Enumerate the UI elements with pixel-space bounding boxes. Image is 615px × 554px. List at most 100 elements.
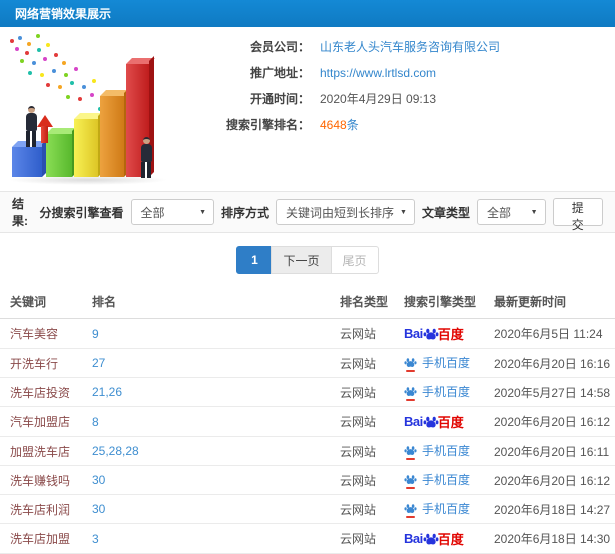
updated-time: 2020年6月20日 16:12 [494, 415, 611, 429]
keyword-link[interactable]: 开洗车行 [10, 357, 58, 371]
baidu-paw-icon [404, 358, 417, 367]
baidu-paw-icon [404, 387, 417, 396]
keyword-link[interactable]: 汽车美容 [10, 327, 58, 341]
updated-time: 2020年6月20日 16:16 [494, 356, 611, 371]
table-row: 洗车店投资 21,26 云网站 手机百度 2020年5月27日 14:58 [0, 377, 615, 407]
sort-select[interactable]: 关键词由短到长排序 ▼ [276, 199, 415, 225]
promo-url-label: 推广地址： [249, 66, 310, 80]
confetti-dots [10, 39, 14, 43]
updated-time: 2020年6月5日 11:24 [494, 327, 603, 341]
article-type-select[interactable]: 全部 ▼ [476, 199, 546, 225]
engine-rank-label: 搜索引擎排名： [225, 118, 310, 132]
baidu-paw-icon [404, 385, 417, 401]
filter-controls: 分搜索引擎查看 全部 ▼ 排序方式 关键词由短到长排序 ▼ 文章类型 全部 ▼ … [39, 198, 603, 232]
baidu-paw-icon [423, 328, 439, 339]
submit-button[interactable]: 提交 [552, 198, 603, 232]
rank-value[interactable]: 8 [92, 415, 99, 429]
table-row: 汽车加盟店 8 云网站 Bai 百度 2020年6月20日 16:12 [0, 406, 615, 437]
updated-time: 2020年6月20日 16:11 [494, 444, 610, 459]
baidu-logo: Bai 百度 [404, 324, 464, 343]
baidu-text-cn: 百度 [437, 415, 464, 430]
updated-time: 2020年6月20日 16:12 [494, 473, 611, 488]
open-time-label: 开通时间： [249, 92, 310, 106]
sort-label: 排序方式 [221, 205, 270, 220]
engine-filter-value: 全部 [140, 205, 165, 220]
mobile-baidu-label: 手机百度 [422, 473, 471, 487]
rank-value[interactable]: 21,26 [92, 385, 122, 399]
article-type-value: 全部 [486, 205, 511, 220]
table-row: 开洗车行 27 云网站 手机百度 2020年6月20日 16:16 [0, 348, 615, 378]
baidu-paw-icon [404, 473, 417, 489]
filter-bar: 结果: 分搜索引擎查看 全部 ▼ 排序方式 关键词由短到长排序 ▼ 文章类型 全… [0, 191, 615, 233]
rank-value[interactable]: 30 [92, 502, 105, 516]
table-row: 洗车赚钱吗 30 云网站 手机百度 2020年6月20日 16:12 [0, 465, 615, 495]
top-section: 会员公司： 山东老人头汽车服务咨询有限公司 推广地址： https://www.… [0, 27, 615, 191]
page-title: 网络营销效果展示 [15, 7, 112, 21]
rank-type: 云网站 [340, 415, 377, 429]
businessman-icon [138, 137, 154, 178]
last-page-button[interactable]: 尾页 [330, 246, 379, 274]
keyword-link[interactable]: 洗车店投资 [10, 386, 70, 400]
baidu-paw-icon [404, 502, 417, 518]
app-header: 网络营销效果展示 [0, 0, 615, 27]
keyword-link[interactable]: 汽车加盟店 [10, 415, 70, 429]
rank-value[interactable]: 27 [92, 356, 105, 370]
col-updated: 最新更新时间 [490, 285, 615, 319]
promo-url-link[interactable]: https://www.lrtlsd.com [320, 65, 436, 81]
rank-type: 云网站 [340, 327, 377, 341]
table-row: 洗车店加盟 3 云网站 Bai 百度 2020年6月18日 14:30 [0, 523, 615, 554]
chevron-down-icon: ▼ [400, 208, 407, 216]
page-1-button[interactable]: 1 [236, 246, 273, 274]
baidu-paw-icon [423, 533, 439, 544]
sort-value: 关键词由短到长排序 [286, 205, 395, 220]
mobile-baidu-label: 手机百度 [422, 385, 471, 399]
table-row: 洗车店利润 30 云网站 手机百度 2020年6月18日 14:27 [0, 494, 615, 524]
rank-value[interactable]: 25,28,28 [92, 444, 139, 458]
keyword-link[interactable]: 洗车店利润 [10, 503, 70, 517]
growth-arrow-icon [37, 115, 53, 143]
pagination: 1 下一页 尾页 [0, 246, 615, 274]
info-row-opened: 开通时间： 2020年4月29日 09:13 [188, 91, 615, 107]
engine-rank-value: 4648条 [320, 117, 359, 133]
baidu-text-latin: Bai [404, 531, 423, 546]
chevron-down-icon: ▼ [199, 208, 206, 216]
updated-time: 2020年5月27日 14:58 [494, 385, 611, 400]
rank-type: 云网站 [340, 444, 377, 459]
engine-filter-label: 分搜索引擎查看 [39, 205, 124, 220]
rank-value[interactable]: 30 [92, 473, 105, 487]
mobile-baidu-label: 手机百度 [422, 444, 471, 458]
mobile-baidu-logo: 手机百度 [404, 383, 471, 401]
keyword-link[interactable]: 加盟洗车店 [10, 445, 70, 459]
baidu-text-latin: Bai [404, 326, 423, 341]
bar-chart-illustration [0, 27, 188, 191]
rank-count: 4648 [320, 118, 347, 132]
table-header-row: 关键词 排名 排名类型 搜索引擎类型 最新更新时间 [0, 285, 615, 319]
businessman-icon [23, 106, 39, 147]
rank-value[interactable]: 3 [92, 532, 99, 546]
mobile-baidu-logo: 手机百度 [404, 500, 470, 518]
rank-type: 云网站 [340, 473, 377, 488]
keyword-link[interactable]: 洗车店加盟 [10, 532, 70, 546]
table-body: 汽车美容 9 云网站 Bai 百度 2020年6月5日 11:24 开洗车行 27 云网站 手机百… [0, 318, 615, 554]
updated-time: 2020年6月18日 14:30 [494, 532, 611, 546]
baidu-paw-icon [423, 416, 439, 427]
next-page-button[interactable]: 下一页 [271, 246, 332, 274]
mobile-baidu-logo: 手机百度 [404, 471, 471, 489]
rank-type: 云网站 [340, 356, 377, 371]
article-type-label: 文章类型 [421, 205, 470, 220]
open-time-value: 2020年4月29日 09:13 [320, 92, 437, 106]
result-section-label: 结果: [12, 197, 28, 228]
updated-time: 2020年6月18日 14:27 [494, 502, 611, 517]
rank-type: 云网站 [340, 385, 377, 400]
baidu-paw-icon [404, 475, 417, 484]
mobile-baidu-logo: 手机百度 [404, 442, 471, 460]
keyword-link[interactable]: 洗车赚钱吗 [10, 474, 70, 488]
mobile-baidu-label: 手机百度 [422, 356, 471, 370]
baidu-text-cn: 百度 [437, 532, 464, 547]
engine-filter-select[interactable]: 全部 ▼ [130, 199, 214, 225]
bar-yellow [74, 111, 104, 177]
col-keyword: 关键词 [0, 285, 88, 319]
rank-value[interactable]: 9 [92, 327, 99, 341]
company-link[interactable]: 山东老人头汽车服务咨询有限公司 [320, 39, 500, 55]
baidu-paw-icon [404, 444, 417, 460]
